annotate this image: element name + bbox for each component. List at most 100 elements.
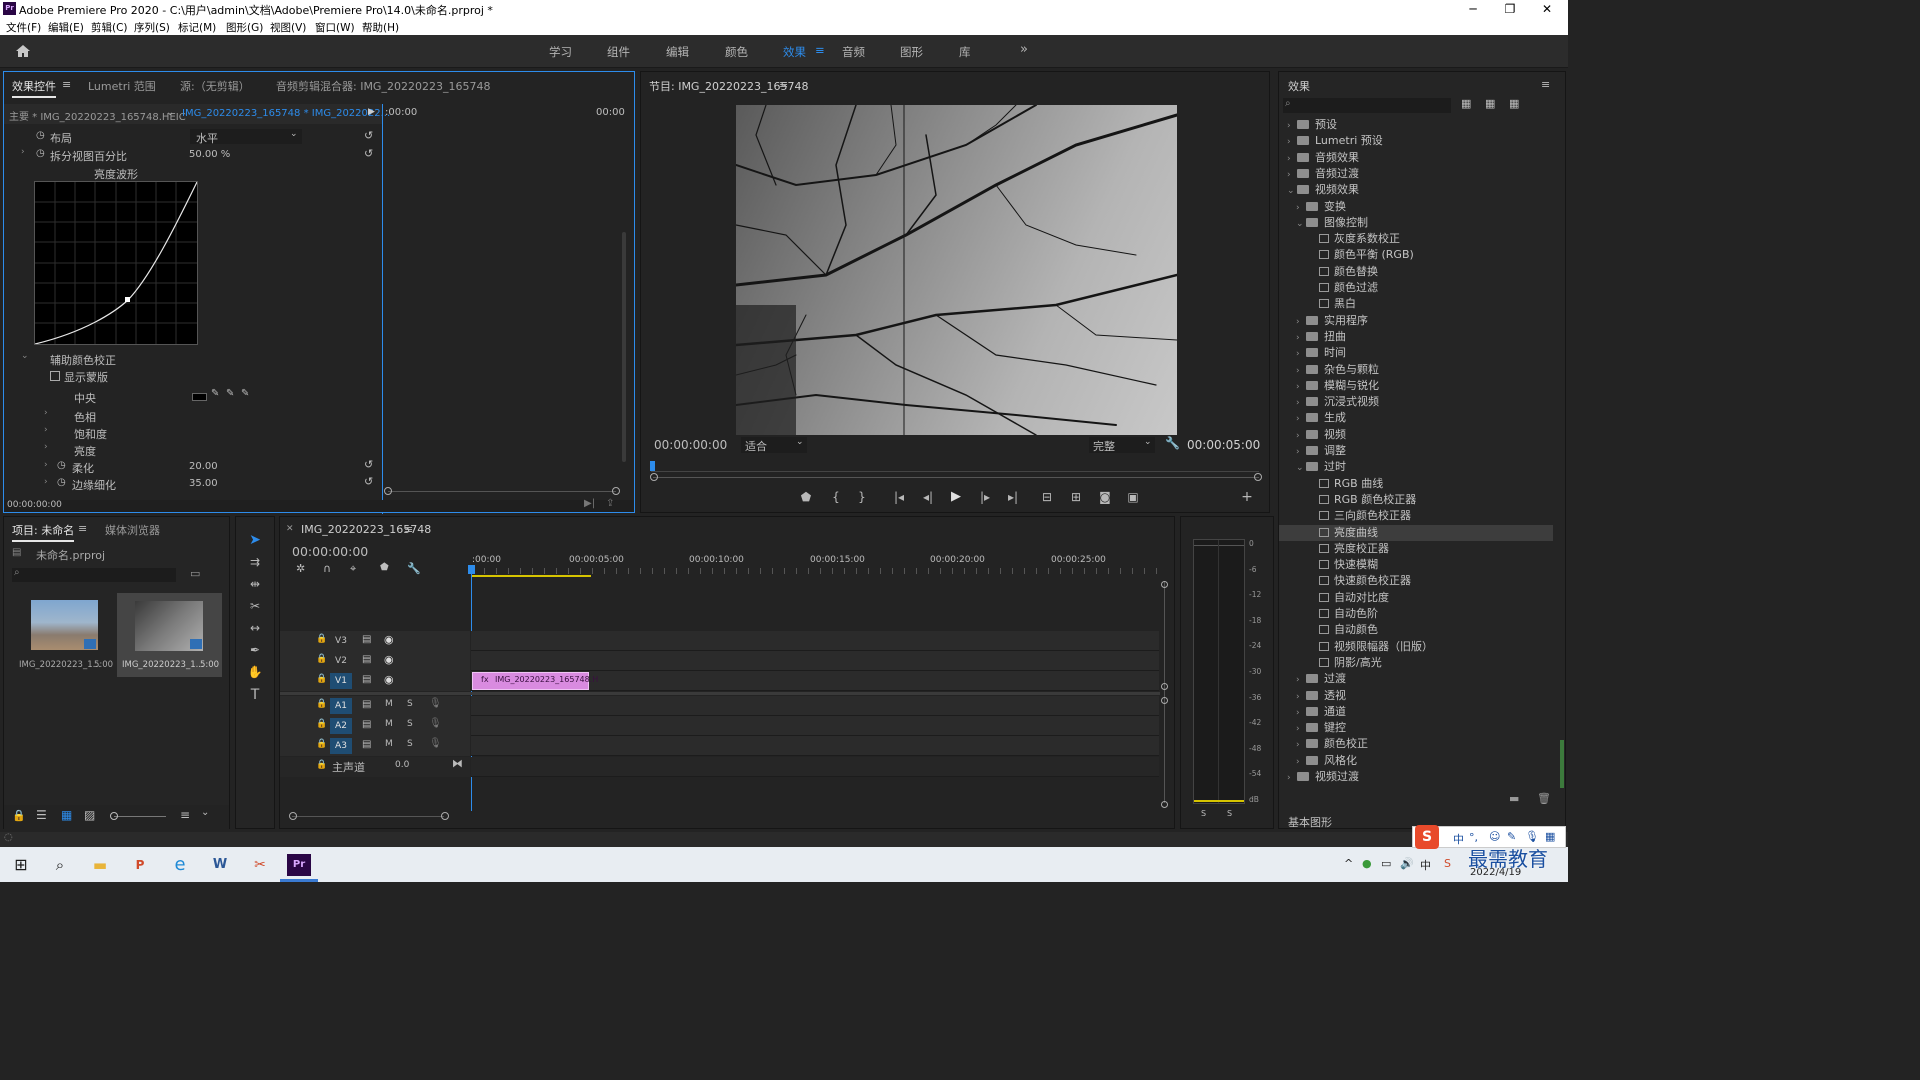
- yuv-effects-icon[interactable]: ▦: [1509, 97, 1519, 110]
- workspace-editing[interactable]: 编辑: [666, 44, 689, 60]
- scroll-handle[interactable]: [1161, 697, 1168, 704]
- ec-timecode[interactable]: 00:00:00:00: [7, 500, 62, 510]
- chevron-right-icon[interactable]: ›: [1287, 134, 1297, 150]
- program-zoom-handle[interactable]: [650, 473, 658, 481]
- emoji-icon[interactable]: ☺: [1489, 830, 1500, 843]
- master-clip-label[interactable]: 主要 * IMG_20220223_165748.HEIC: [9, 108, 186, 123]
- stopwatch-icon[interactable]: ◷: [57, 460, 66, 471]
- menu-clip[interactable]: 剪辑(C): [91, 20, 128, 35]
- 32bit-effects-icon[interactable]: ▦: [1485, 97, 1495, 110]
- mark-out-icon[interactable]: }: [855, 490, 869, 504]
- delete-icon[interactable]: 🗑: [1537, 792, 1551, 805]
- timeline-ruler[interactable]: :00:00 00:00:05:00 00:00:10:00 00:00:15:…: [472, 551, 1160, 577]
- sequence-clip-label[interactable]: IMG_20220223_165748 * IMG_2022022...: [182, 108, 390, 119]
- timeline-vscroll[interactable]: [1164, 581, 1165, 803]
- hamburger-menu-icon[interactable]: ≡: [815, 43, 825, 57]
- soften-value[interactable]: 20.00: [189, 461, 218, 472]
- chevron-down-icon[interactable]: ⌄: [166, 107, 174, 118]
- chevron-right-icon[interactable]: ›: [44, 425, 48, 435]
- network-icon[interactable]: ▭: [1381, 857, 1391, 870]
- effect-folder[interactable]: › 通道: [1279, 704, 1553, 720]
- chevron-right-icon[interactable]: ›: [44, 460, 48, 470]
- lock-icon[interactable]: 🔒: [316, 739, 327, 749]
- microphone-icon[interactable]: 🎙: [1525, 830, 1539, 843]
- effect-item[interactable]: 自动对比度: [1279, 590, 1553, 606]
- tab-project[interactable]: 项目: 未命名: [12, 522, 75, 542]
- add-marker-icon[interactable]: ⬟: [380, 562, 389, 573]
- lock-icon[interactable]: 🔒: [316, 760, 327, 770]
- pen-tool-icon[interactable]: ✒: [246, 643, 264, 657]
- stopwatch-icon[interactable]: ◷: [36, 130, 45, 141]
- track-lane-audio[interactable]: [471, 696, 1159, 716]
- workspace-audio[interactable]: 音频: [842, 44, 865, 60]
- lock-icon[interactable]: 🔒: [316, 634, 327, 644]
- menu-help[interactable]: 帮助(H): [362, 20, 399, 35]
- effect-folder[interactable]: › 视频: [1279, 427, 1553, 443]
- ec-playhead[interactable]: [382, 104, 383, 514]
- powerpoint-icon[interactable]: P: [127, 852, 153, 878]
- menu-window[interactable]: 窗口(W): [315, 20, 355, 35]
- filter-icon[interactable]: ▶|: [584, 498, 595, 509]
- program-video-frame[interactable]: [736, 105, 1177, 435]
- chevron-right-icon[interactable]: ›: [1296, 363, 1306, 379]
- overflow-chevron-icon[interactable]: »: [1020, 42, 1028, 57]
- reset-icon[interactable]: ↺: [364, 147, 373, 160]
- ime-mode-chinese[interactable]: 中: [1453, 831, 1464, 847]
- effect-folder[interactable]: › 沉浸式视频: [1279, 394, 1553, 410]
- volume-icon[interactable]: 🔊: [1400, 857, 1414, 870]
- timeline-clip[interactable]: fx IMG_20220223_165748.H: [472, 672, 598, 690]
- microphone-icon[interactable]: 🎙: [429, 738, 442, 749]
- effect-folder[interactable]: › 预设: [1279, 117, 1553, 133]
- chevron-right-icon[interactable]: ›: [44, 477, 48, 487]
- slip-tool-icon[interactable]: ↔: [246, 621, 264, 635]
- effect-folder[interactable]: › 扭曲: [1279, 329, 1553, 345]
- timeline-timecode[interactable]: 00:00:00:00: [292, 544, 368, 559]
- effect-folder[interactable]: › 过渡: [1279, 671, 1553, 687]
- export-icon[interactable]: ⇪: [606, 498, 614, 509]
- step-back-icon[interactable]: ◂|: [920, 490, 936, 504]
- mute-button[interactable]: M: [385, 719, 393, 729]
- chevron-right-icon[interactable]: ›: [44, 408, 48, 418]
- mark-in-icon[interactable]: {: [829, 490, 843, 504]
- new-bin-icon[interactable]: ▭: [190, 567, 200, 580]
- eyedropper-plus-icon[interactable]: ✎: [226, 388, 234, 399]
- add-button-icon[interactable]: +: [1239, 489, 1255, 505]
- tab-menu-icon[interactable]: ≡: [62, 78, 71, 91]
- workspace-effects[interactable]: 效果: [783, 44, 806, 60]
- split-percent-value[interactable]: 50.00 %: [189, 149, 230, 160]
- camera-icon[interactable]: ◙: [1097, 490, 1113, 504]
- chevron-right-icon[interactable]: ›: [1296, 672, 1306, 688]
- chevron-right-icon[interactable]: ›: [1296, 428, 1306, 444]
- solo-left-button[interactable]: S: [1201, 809, 1206, 818]
- work-area-bar[interactable]: [472, 575, 591, 577]
- track-lane-master[interactable]: [471, 757, 1159, 777]
- track-lane-audio[interactable]: [471, 716, 1159, 736]
- track-lane-video[interactable]: [471, 651, 1159, 671]
- master-volume-value[interactable]: 0.0: [395, 760, 409, 770]
- track-target-button[interactable]: V1: [330, 673, 352, 689]
- compare-view-icon[interactable]: ▣: [1125, 490, 1141, 504]
- extract-icon[interactable]: ⊞: [1068, 490, 1084, 504]
- workspace-learning[interactable]: 学习: [549, 44, 572, 60]
- luma-curve-graph[interactable]: [34, 181, 198, 345]
- effect-folder[interactable]: › 视频过渡: [1279, 769, 1553, 785]
- track-header-video[interactable]: 🔒 V1 ▤ ◉: [280, 671, 470, 691]
- track-lane-audio[interactable]: [471, 736, 1159, 756]
- solo-button[interactable]: S: [407, 739, 413, 749]
- effect-folder[interactable]: ⌄ 图像控制: [1279, 215, 1553, 231]
- program-time-ruler[interactable]: [651, 462, 1259, 472]
- effect-item[interactable]: 颜色平衡 (RGB): [1279, 247, 1553, 263]
- wrench-icon[interactable]: 🔧: [1165, 436, 1180, 450]
- menu-file[interactable]: 文件(F): [6, 20, 41, 35]
- play-only-audio-icon[interactable]: ▶: [368, 107, 375, 117]
- microphone-icon[interactable]: 🎙: [429, 698, 442, 709]
- sync-lock-icon[interactable]: ▤: [362, 674, 371, 685]
- chevron-right-icon[interactable]: ›: [1296, 314, 1306, 330]
- lock-icon[interactable]: 🔒: [316, 674, 327, 684]
- reset-icon[interactable]: ↺: [364, 475, 373, 488]
- menu-sequence[interactable]: 序列(S): [134, 20, 170, 35]
- add-marker-icon[interactable]: ⬟: [799, 490, 813, 504]
- lift-icon[interactable]: ⊟: [1039, 490, 1055, 504]
- chevron-right-icon[interactable]: ›: [1287, 151, 1297, 167]
- effect-item[interactable]: 阴影/高光: [1279, 655, 1553, 671]
